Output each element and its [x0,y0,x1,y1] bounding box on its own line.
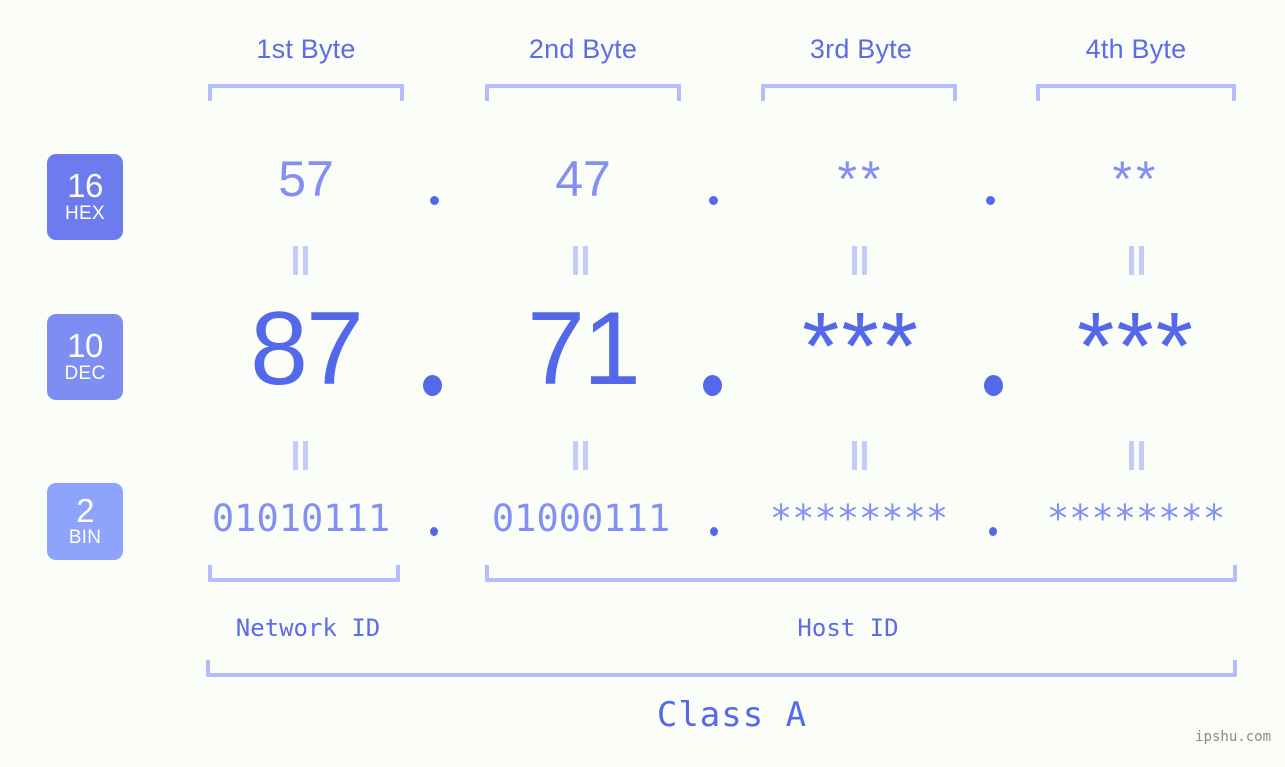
dec-separator-dot-2 [703,375,722,396]
equality-mark-decbin-2 [573,441,588,470]
base-badge-hex-abbr: HEX [65,202,105,224]
base-badge-hex: 16 HEX [47,154,123,240]
hex-byte-4: ** [1112,151,1160,207]
dec-byte-2: 71 [527,291,641,407]
byte-bracket-top-4 [1036,84,1236,101]
equality-mark-hexdec-2 [573,246,588,275]
byte-header-4: 4th Byte [1085,34,1187,64]
dec-separator-dot-3 [984,375,1003,396]
hex-byte-2: 47 [555,151,611,207]
bin-byte-4: ******** [1046,497,1226,540]
bin-byte-2: 01000111 [491,497,671,540]
base-badge-dec-abbr: DEC [64,362,106,384]
base-badge-hex-number: 16 [67,167,103,205]
equality-mark-hexdec-3 [852,246,867,275]
byte-bracket-top-1 [208,84,404,101]
equality-mark-hexdec-4 [1129,246,1144,275]
dec-byte-3: *** [801,293,921,400]
hex-byte-3: ** [837,151,885,207]
base-badge-bin-number: 2 [76,491,94,529]
network-id-label: Network ID [235,614,381,642]
base-badge-bin-abbr: BIN [68,527,102,549]
byte-header-1: 1st Byte [256,34,356,64]
byte-bracket-top-3 [761,84,957,101]
hex-byte-1: 57 [278,151,334,207]
dec-separator-dot-1 [423,375,442,396]
network-id-bracket [208,565,400,582]
equality-mark-decbin-4 [1129,441,1144,470]
equality-mark-decbin-1 [293,441,308,470]
base-badge-bin: 2 BIN [47,483,123,560]
hex-separator-dot-3 [986,196,995,205]
address-class-bracket [206,660,1237,677]
base-badge-dec-number: 10 [67,327,103,365]
ip-byte-breakdown-diagram: 1st Byte 2nd Byte 3rd Byte 4th Byte 16 H… [0,0,1285,767]
site-watermark: ipshu.com [1195,729,1271,745]
bin-separator-dot-3 [989,527,997,536]
equality-mark-decbin-3 [852,441,867,470]
bin-byte-1: 01010111 [211,497,391,540]
bin-separator-dot-2 [710,527,718,536]
bin-separator-dot-1 [430,527,438,536]
equality-mark-hexdec-1 [293,246,308,275]
dec-byte-4: *** [1076,293,1196,400]
host-id-label: Host ID [797,614,899,642]
bin-byte-3: ******** [769,497,949,540]
byte-bracket-top-2 [485,84,681,101]
address-class-label: Class A [656,695,808,735]
byte-header-3: 3rd Byte [809,34,913,64]
byte-header-2: 2nd Byte [528,34,638,64]
hex-separator-dot-1 [430,196,439,205]
dec-byte-1: 87 [250,291,364,407]
base-badge-dec: 10 DEC [47,314,123,400]
host-id-bracket [485,565,1237,582]
hex-separator-dot-2 [709,196,718,205]
